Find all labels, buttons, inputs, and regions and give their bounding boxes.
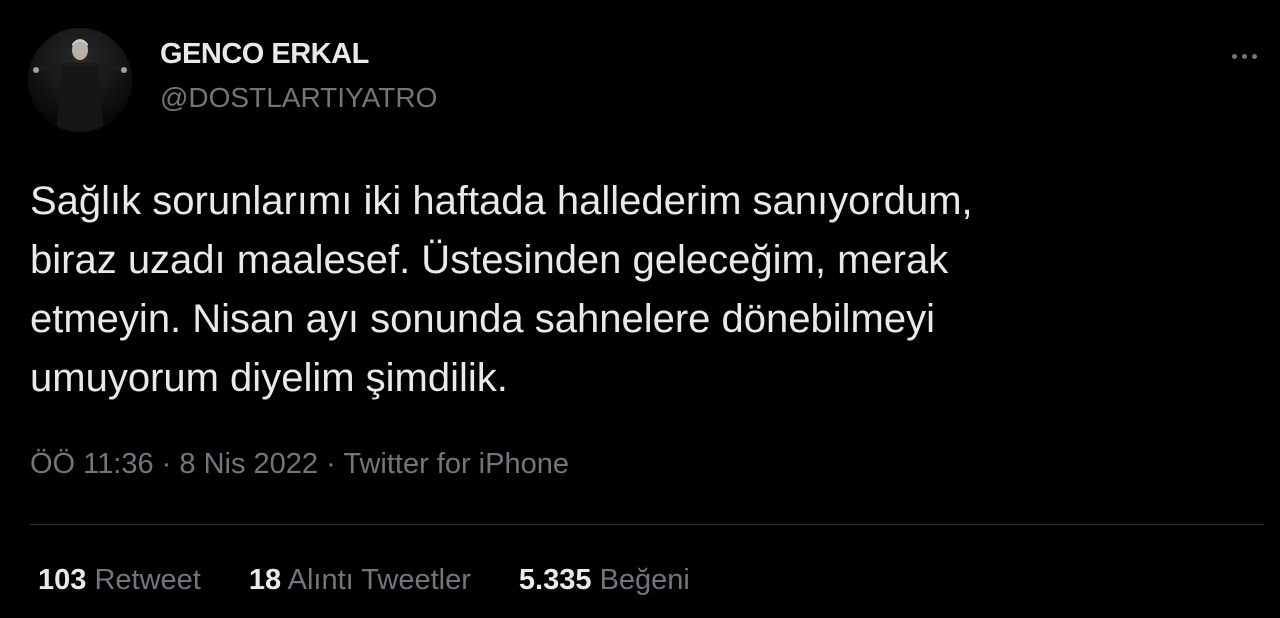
tweet-text: Sağlık sorunlarımı iki haftada hallederi…: [30, 172, 1230, 408]
avatar-photo: [28, 28, 132, 132]
tweet-stats: 103 Retweet 18 Alıntı Tweetler 5.335 Beğ…: [38, 564, 730, 597]
tweet-text-line: umuyorum diyelim şimdilik.: [30, 356, 508, 400]
retweets-label: Retweet: [94, 564, 201, 596]
tweet-meta: ÖÖ 11:36 · 8 Nis 2022 · Twitter for iPho…: [30, 448, 569, 481]
tweet-text-line: etmeyin. Nisan ayı sonunda sahnelere dön…: [30, 297, 935, 341]
more-horizontal-icon[interactable]: [1222, 36, 1266, 76]
dot: [1252, 54, 1257, 59]
quote-tweets-count: 18: [248, 564, 282, 596]
tweet-text-line: Sağlık sorunlarımı iki haftada hallederi…: [30, 179, 973, 223]
likes-count: 5.335: [518, 564, 592, 596]
retweets-stat[interactable]: 103 Retweet: [38, 564, 201, 597]
likes-label: Beğeni: [599, 564, 690, 596]
tweet-date-link[interactable]: 8 Nis 2022: [179, 448, 318, 480]
tweet-text-line: biraz uzadı maalesef. Üstesinden geleceğ…: [30, 238, 949, 282]
meta-separator: ·: [161, 448, 172, 480]
quote-tweets-stat[interactable]: 18 Alıntı Tweetler: [249, 564, 471, 597]
author-avatar[interactable]: [28, 28, 132, 132]
retweets-count: 103: [38, 564, 87, 596]
tweet-card: GENCO ERKAL @DOSTLARTIYATRO Sağlık sorun…: [0, 0, 1280, 618]
author-display-name[interactable]: GENCO ERKAL: [160, 38, 369, 71]
tweet-source-link[interactable]: Twitter for iPhone: [343, 448, 569, 480]
tweet-time-link[interactable]: ÖÖ 11:36: [30, 448, 154, 480]
quote-tweets-label: Alıntı Tweetler: [287, 564, 471, 596]
dot: [1232, 54, 1237, 59]
divider: [30, 524, 1264, 525]
author-handle[interactable]: @DOSTLARTIYATRO: [160, 82, 437, 114]
meta-separator: ·: [326, 448, 336, 480]
likes-stat[interactable]: 5.335 Beğeni: [519, 564, 690, 597]
dot: [1242, 54, 1247, 59]
